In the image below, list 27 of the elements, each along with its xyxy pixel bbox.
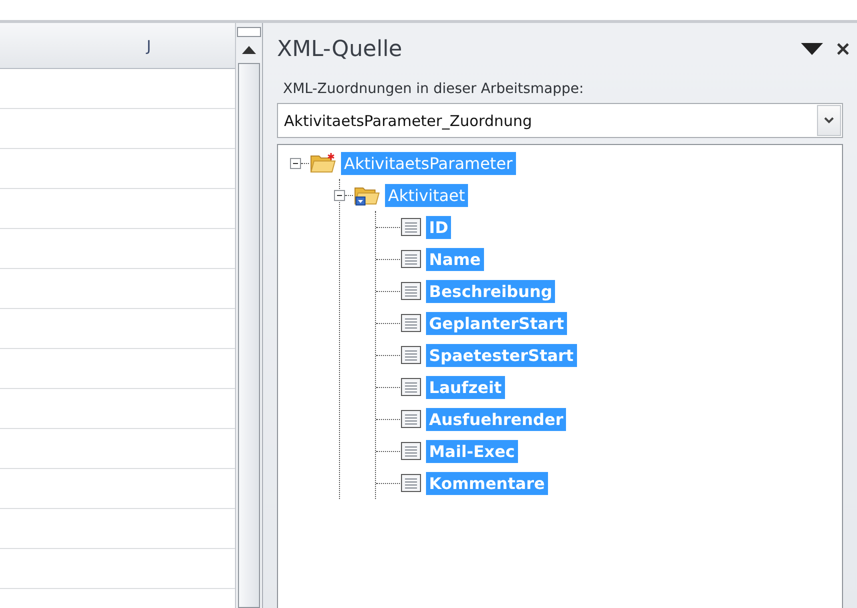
tree-item[interactable]: Beschreibung (426, 280, 556, 302)
dropdown-button[interactable] (817, 105, 841, 136)
tree-item[interactable]: SpaetesterStart (426, 344, 577, 366)
tree-item[interactable]: Laufzeit (426, 376, 505, 398)
close-button[interactable] (837, 43, 849, 55)
tree-item[interactable]: GeplanterStart (426, 312, 568, 334)
tree-item[interactable]: Name (426, 248, 484, 270)
triangle-down-icon (801, 43, 823, 55)
chevron-down-icon (824, 117, 834, 124)
close-icon (837, 43, 849, 55)
pane-title: XML-Quelle (277, 36, 404, 62)
triangle-up-icon (242, 46, 256, 54)
scrollbar-thumb[interactable] (238, 63, 260, 608)
tree-item[interactable]: Aktivitaet (385, 184, 468, 206)
tree-item[interactable]: Ausfuehrender (426, 408, 566, 430)
pane-options-button[interactable] (801, 43, 823, 55)
tree-item[interactable]: AktivitaetsParameter (341, 152, 516, 174)
collapse-button[interactable] (334, 190, 345, 200)
map-dropdown[interactable]: AktivitaetsParameter_Zuordnung (277, 103, 843, 138)
folder-icon (309, 152, 337, 174)
tree-item[interactable]: Kommentare (426, 472, 548, 494)
column-label: J (146, 36, 151, 54)
tree-item[interactable]: ID (426, 216, 452, 238)
collapse-button[interactable] (290, 158, 301, 168)
maps-label: XML-Zuordnungen in dieser Arbeitsmappe: (283, 81, 585, 97)
tree-item[interactable]: Mail-Exec (426, 440, 518, 462)
column-header[interactable]: J (0, 23, 235, 69)
